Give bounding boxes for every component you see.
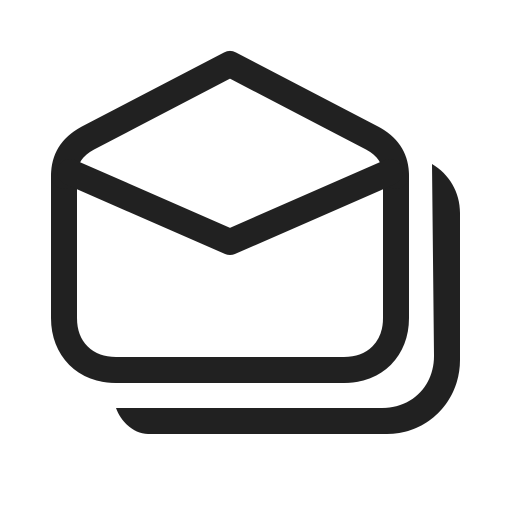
- icon-canvas: [0, 0, 512, 512]
- mail-read-multiple-icon: [51, 51, 460, 434]
- envelope-fold-line: [57, 159, 403, 255]
- envelope-flap-outline: [51, 51, 409, 189]
